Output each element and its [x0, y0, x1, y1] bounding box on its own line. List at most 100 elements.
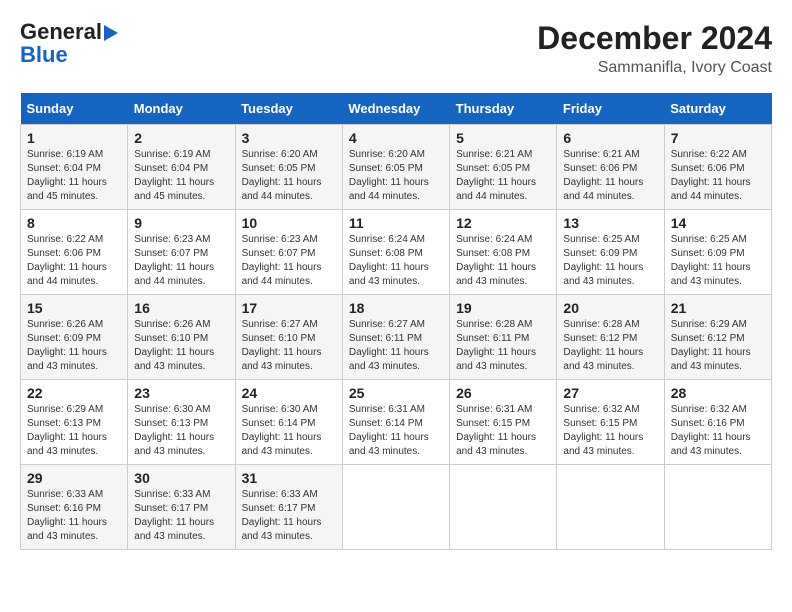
calendar-cell: 31 Sunrise: 6:33 AMSunset: 6:17 PMDaylig… — [235, 465, 342, 550]
calendar-cell: 24 Sunrise: 6:30 AMSunset: 6:14 PMDaylig… — [235, 380, 342, 465]
calendar-cell: 16 Sunrise: 6:26 AMSunset: 6:10 PMDaylig… — [128, 295, 235, 380]
day-number: 13 — [563, 215, 657, 231]
calendar-cell: 27 Sunrise: 6:32 AMSunset: 6:15 PMDaylig… — [557, 380, 664, 465]
calendar-cell: 15 Sunrise: 6:26 AMSunset: 6:09 PMDaylig… — [21, 295, 128, 380]
calendar-header-row: SundayMondayTuesdayWednesdayThursdayFrid… — [21, 93, 772, 125]
day-number: 3 — [242, 130, 336, 146]
calendar-cell — [664, 465, 771, 550]
calendar-cell: 14 Sunrise: 6:25 AMSunset: 6:09 PMDaylig… — [664, 210, 771, 295]
day-info: Sunrise: 6:27 AMSunset: 6:10 PMDaylight:… — [242, 319, 322, 372]
day-number: 10 — [242, 215, 336, 231]
day-info: Sunrise: 6:23 AMSunset: 6:07 PMDaylight:… — [134, 234, 214, 287]
calendar-week-3: 15 Sunrise: 6:26 AMSunset: 6:09 PMDaylig… — [21, 295, 772, 380]
day-info: Sunrise: 6:33 AMSunset: 6:17 PMDaylight:… — [134, 489, 214, 542]
day-info: Sunrise: 6:19 AMSunset: 6:04 PMDaylight:… — [27, 149, 107, 202]
day-info: Sunrise: 6:22 AMSunset: 6:06 PMDaylight:… — [27, 234, 107, 287]
day-number: 9 — [134, 215, 228, 231]
day-number: 14 — [671, 215, 765, 231]
day-info: Sunrise: 6:33 AMSunset: 6:17 PMDaylight:… — [242, 489, 322, 542]
logo-blue: Blue — [20, 42, 68, 68]
calendar-cell: 19 Sunrise: 6:28 AMSunset: 6:11 PMDaylig… — [450, 295, 557, 380]
calendar-cell: 10 Sunrise: 6:23 AMSunset: 6:07 PMDaylig… — [235, 210, 342, 295]
day-header-saturday: Saturday — [664, 93, 771, 125]
day-number: 19 — [456, 300, 550, 316]
day-number: 25 — [349, 385, 443, 401]
calendar-cell: 9 Sunrise: 6:23 AMSunset: 6:07 PMDayligh… — [128, 210, 235, 295]
day-info: Sunrise: 6:29 AMSunset: 6:13 PMDaylight:… — [27, 404, 107, 457]
day-number: 17 — [242, 300, 336, 316]
day-number: 1 — [27, 130, 121, 146]
day-header-thursday: Thursday — [450, 93, 557, 125]
day-info: Sunrise: 6:25 AMSunset: 6:09 PMDaylight:… — [563, 234, 643, 287]
logo: General Blue — [20, 20, 118, 68]
calendar-cell: 5 Sunrise: 6:21 AMSunset: 6:05 PMDayligh… — [450, 125, 557, 210]
day-number: 20 — [563, 300, 657, 316]
day-number: 23 — [134, 385, 228, 401]
day-info: Sunrise: 6:23 AMSunset: 6:07 PMDaylight:… — [242, 234, 322, 287]
day-number: 22 — [27, 385, 121, 401]
logo-text: General — [20, 20, 118, 44]
day-number: 4 — [349, 130, 443, 146]
day-number: 27 — [563, 385, 657, 401]
calendar-cell: 4 Sunrise: 6:20 AMSunset: 6:05 PMDayligh… — [342, 125, 449, 210]
calendar-cell: 6 Sunrise: 6:21 AMSunset: 6:06 PMDayligh… — [557, 125, 664, 210]
calendar-cell: 20 Sunrise: 6:28 AMSunset: 6:12 PMDaylig… — [557, 295, 664, 380]
day-info: Sunrise: 6:25 AMSunset: 6:09 PMDaylight:… — [671, 234, 751, 287]
day-header-tuesday: Tuesday — [235, 93, 342, 125]
day-number: 16 — [134, 300, 228, 316]
calendar-cell: 18 Sunrise: 6:27 AMSunset: 6:11 PMDaylig… — [342, 295, 449, 380]
title-section: December 2024 Sammanifla, Ivory Coast — [537, 20, 772, 77]
calendar-cell — [342, 465, 449, 550]
day-info: Sunrise: 6:21 AMSunset: 6:05 PMDaylight:… — [456, 149, 536, 202]
calendar-cell: 7 Sunrise: 6:22 AMSunset: 6:06 PMDayligh… — [664, 125, 771, 210]
location: Sammanifla, Ivory Coast — [537, 59, 772, 77]
calendar-cell: 23 Sunrise: 6:30 AMSunset: 6:13 PMDaylig… — [128, 380, 235, 465]
calendar-cell: 12 Sunrise: 6:24 AMSunset: 6:08 PMDaylig… — [450, 210, 557, 295]
day-info: Sunrise: 6:27 AMSunset: 6:11 PMDaylight:… — [349, 319, 429, 372]
day-number: 15 — [27, 300, 121, 316]
day-info: Sunrise: 6:20 AMSunset: 6:05 PMDaylight:… — [242, 149, 322, 202]
day-info: Sunrise: 6:30 AMSunset: 6:14 PMDaylight:… — [242, 404, 322, 457]
day-number: 29 — [27, 470, 121, 486]
day-number: 12 — [456, 215, 550, 231]
day-number: 18 — [349, 300, 443, 316]
month-title: December 2024 — [537, 20, 772, 57]
calendar-cell — [450, 465, 557, 550]
day-info: Sunrise: 6:21 AMSunset: 6:06 PMDaylight:… — [563, 149, 643, 202]
calendar-week-1: 1 Sunrise: 6:19 AMSunset: 6:04 PMDayligh… — [21, 125, 772, 210]
day-number: 5 — [456, 130, 550, 146]
day-header-monday: Monday — [128, 93, 235, 125]
day-header-friday: Friday — [557, 93, 664, 125]
day-info: Sunrise: 6:19 AMSunset: 6:04 PMDaylight:… — [134, 149, 214, 202]
day-info: Sunrise: 6:33 AMSunset: 6:16 PMDaylight:… — [27, 489, 107, 542]
day-info: Sunrise: 6:32 AMSunset: 6:15 PMDaylight:… — [563, 404, 643, 457]
calendar-cell: 28 Sunrise: 6:32 AMSunset: 6:16 PMDaylig… — [664, 380, 771, 465]
calendar-cell: 29 Sunrise: 6:33 AMSunset: 6:16 PMDaylig… — [21, 465, 128, 550]
day-number: 30 — [134, 470, 228, 486]
calendar-cell: 11 Sunrise: 6:24 AMSunset: 6:08 PMDaylig… — [342, 210, 449, 295]
calendar-cell: 2 Sunrise: 6:19 AMSunset: 6:04 PMDayligh… — [128, 125, 235, 210]
day-number: 28 — [671, 385, 765, 401]
calendar-cell: 3 Sunrise: 6:20 AMSunset: 6:05 PMDayligh… — [235, 125, 342, 210]
day-info: Sunrise: 6:26 AMSunset: 6:09 PMDaylight:… — [27, 319, 107, 372]
calendar-cell: 25 Sunrise: 6:31 AMSunset: 6:14 PMDaylig… — [342, 380, 449, 465]
calendar-cell: 30 Sunrise: 6:33 AMSunset: 6:17 PMDaylig… — [128, 465, 235, 550]
day-info: Sunrise: 6:30 AMSunset: 6:13 PMDaylight:… — [134, 404, 214, 457]
day-info: Sunrise: 6:26 AMSunset: 6:10 PMDaylight:… — [134, 319, 214, 372]
day-info: Sunrise: 6:22 AMSunset: 6:06 PMDaylight:… — [671, 149, 751, 202]
calendar-week-4: 22 Sunrise: 6:29 AMSunset: 6:13 PMDaylig… — [21, 380, 772, 465]
calendar-cell: 22 Sunrise: 6:29 AMSunset: 6:13 PMDaylig… — [21, 380, 128, 465]
calendar-cell: 1 Sunrise: 6:19 AMSunset: 6:04 PMDayligh… — [21, 125, 128, 210]
day-info: Sunrise: 6:24 AMSunset: 6:08 PMDaylight:… — [456, 234, 536, 287]
calendar-table: SundayMondayTuesdayWednesdayThursdayFrid… — [20, 93, 772, 550]
calendar-cell: 13 Sunrise: 6:25 AMSunset: 6:09 PMDaylig… — [557, 210, 664, 295]
day-number: 11 — [349, 215, 443, 231]
day-number: 8 — [27, 215, 121, 231]
calendar-week-5: 29 Sunrise: 6:33 AMSunset: 6:16 PMDaylig… — [21, 465, 772, 550]
day-number: 24 — [242, 385, 336, 401]
day-number: 21 — [671, 300, 765, 316]
day-info: Sunrise: 6:28 AMSunset: 6:12 PMDaylight:… — [563, 319, 643, 372]
calendar-cell: 26 Sunrise: 6:31 AMSunset: 6:15 PMDaylig… — [450, 380, 557, 465]
day-info: Sunrise: 6:31 AMSunset: 6:14 PMDaylight:… — [349, 404, 429, 457]
day-info: Sunrise: 6:31 AMSunset: 6:15 PMDaylight:… — [456, 404, 536, 457]
